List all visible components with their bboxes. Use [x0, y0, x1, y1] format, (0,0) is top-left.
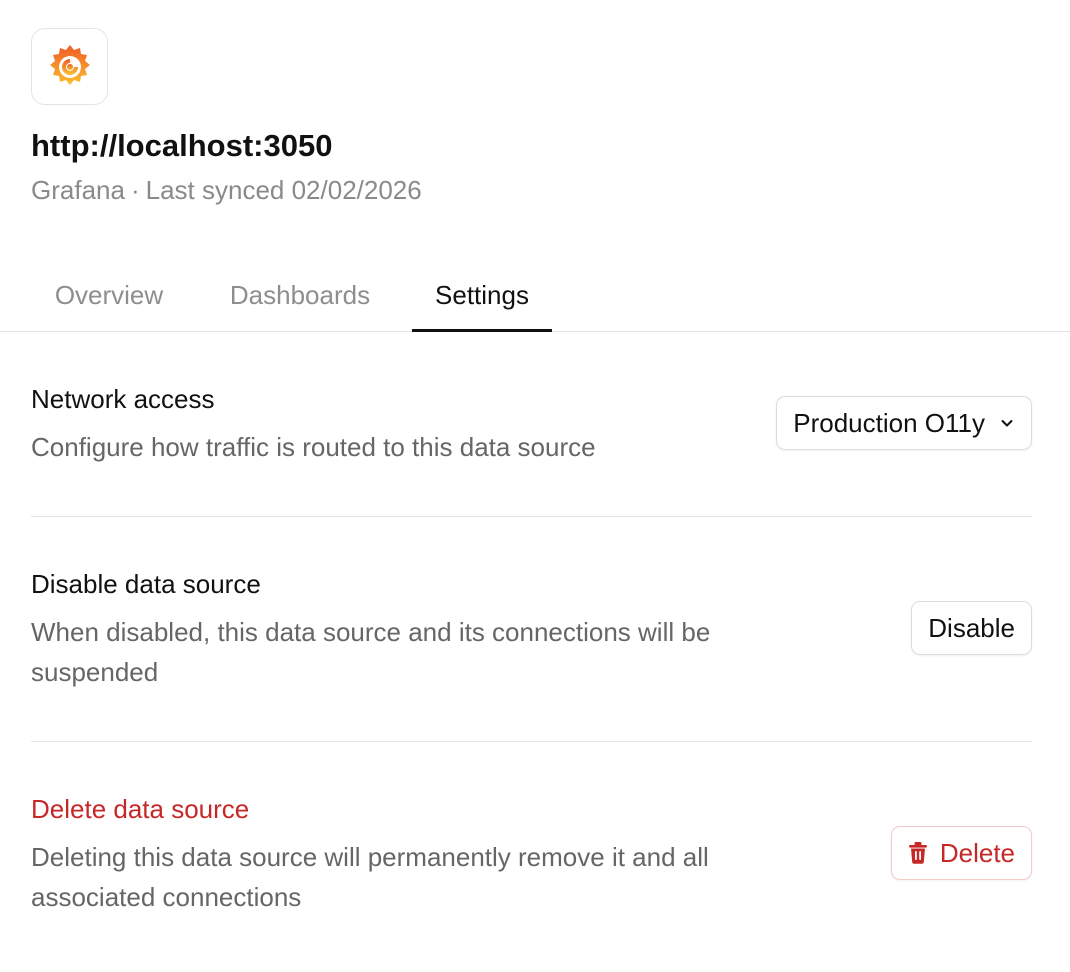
- network-access-select-value: Production O11y: [793, 407, 985, 438]
- section-divider: [31, 516, 1032, 517]
- disable-button[interactable]: Disable: [911, 601, 1032, 655]
- delete-datasource-section: Delete data source Deleting this data so…: [31, 794, 1032, 924]
- delete-datasource-title: Delete data source: [31, 794, 250, 824]
- last-synced: Last synced 02/02/2026: [145, 175, 422, 205]
- tab-settings[interactable]: Settings: [412, 270, 552, 332]
- section-divider: [31, 741, 1032, 742]
- trash-icon: [908, 841, 928, 865]
- tab-dashboards[interactable]: Dashboards: [204, 270, 396, 331]
- network-access-description: Configure how traffic is routed to this …: [31, 432, 596, 462]
- subtitle-separator: ·: [130, 175, 140, 205]
- tab-overview[interactable]: Overview: [31, 270, 187, 331]
- datasource-url-title: http://localhost:3050: [31, 128, 333, 163]
- delete-button[interactable]: Delete: [890, 826, 1032, 880]
- tab-bar: Overview Dashboards Settings: [0, 270, 1070, 332]
- disable-datasource-description: When disabled, this data source and its …: [31, 617, 711, 687]
- datasource-logo: [31, 28, 108, 105]
- network-access-select[interactable]: Production O11y: [776, 396, 1032, 450]
- chevron-down-icon: [999, 415, 1015, 431]
- grafana-logo-icon: [49, 44, 90, 85]
- delete-button-label: Delete: [939, 837, 1015, 868]
- datasource-subtitle: Grafana · Last synced 02/02/2026: [31, 175, 422, 206]
- disable-datasource-section: Disable data source When disabled, this …: [31, 569, 1032, 699]
- network-access-section: Network access Configure how traffic is …: [31, 384, 1032, 484]
- datasource-type: Grafana: [31, 175, 125, 205]
- disable-datasource-title: Disable data source: [31, 569, 261, 599]
- delete-datasource-description: Deleting this data source will permanent…: [31, 842, 709, 912]
